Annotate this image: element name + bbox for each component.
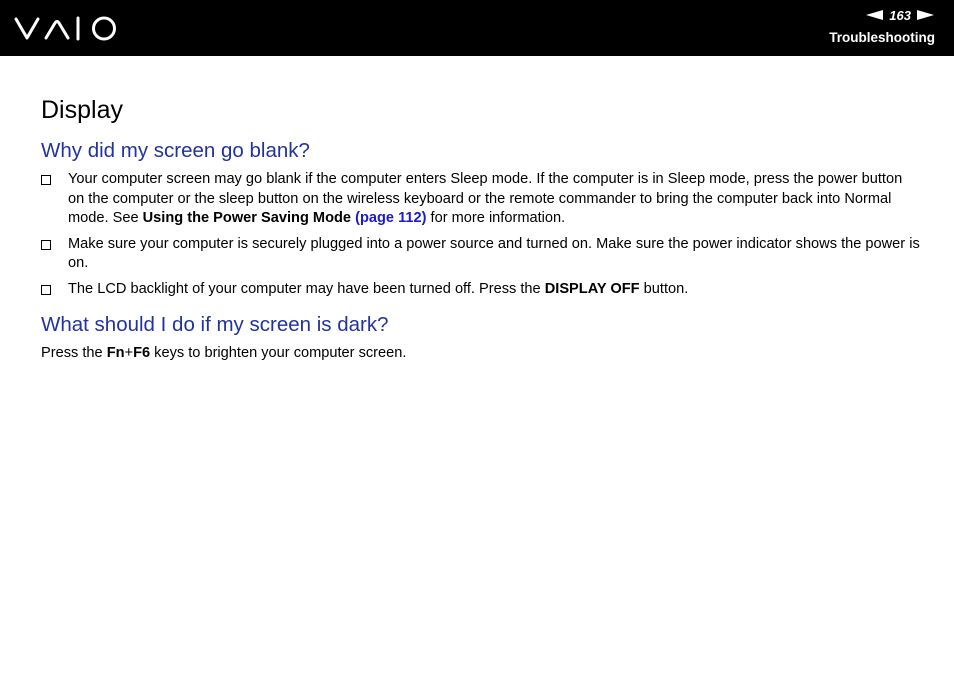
header-bar: 163 Troubleshooting [0,0,954,56]
vaio-logo [14,16,116,41]
next-page-arrow-icon[interactable] [917,10,934,20]
item-text: for more information. [426,210,566,226]
key-plus: + [124,345,134,361]
item-bold-text: DISPLAY OFF [544,280,640,297]
item-text: button. [639,280,689,297]
page-link[interactable]: (page 112) [355,210,426,226]
item-text: Make sure your computer is securely plug… [68,235,920,272]
page-number: 163 [889,7,911,23]
section-label: Troubleshooting [829,30,935,45]
item-text: The LCD backlight of your computer may h… [68,280,545,297]
answer-prefix: Press the [41,345,107,361]
checkbox-bullet-icon [41,284,51,295]
page-content: Display Why did my screen go blank? Your… [41,95,921,364]
list-item: The LCD backlight of your computer may h… [41,280,921,300]
answer-suffix: keys to brighten your computer screen. [150,345,407,361]
checkbox-bullet-icon [41,239,51,250]
question-heading-dark-screen: What should I do if my screen is dark? [41,313,389,336]
list-item: Your computer screen may go blank if the… [41,170,921,229]
list-item: Make sure your computer is securely plug… [41,235,921,274]
answer-text: Press the Fn+F6 keys to brighten your co… [41,344,921,364]
key-f6: F6 [133,345,151,361]
question-heading-blank-screen: Why did my screen go blank? [41,139,310,162]
bullet-list: Your computer screen may go blank if the… [41,170,921,299]
key-fn: Fn [106,345,125,361]
page-title: Display [41,96,123,124]
pager: 163 [866,7,934,23]
checkbox-bullet-icon [41,175,51,185]
previous-page-arrow-icon[interactable] [866,10,884,20]
item-bold-text: Using the Power Saving Mode [142,210,352,226]
